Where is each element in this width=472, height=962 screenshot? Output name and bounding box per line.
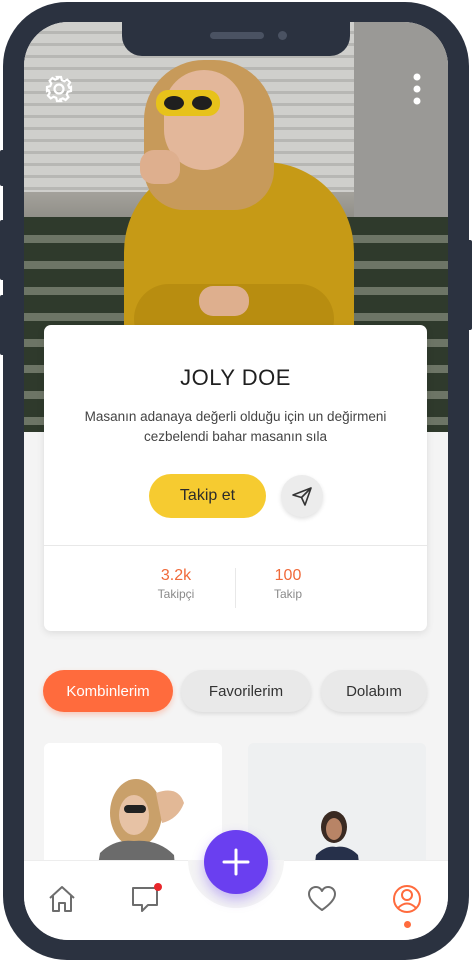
following-count: 100	[274, 567, 302, 584]
phone-power-button	[466, 240, 472, 330]
following-label: Takip	[273, 587, 302, 601]
notch	[122, 22, 350, 56]
add-button[interactable]	[204, 830, 268, 894]
screen: JOLY DOE Masanın adanaya değerli olduğu …	[24, 22, 448, 940]
send-icon	[292, 487, 312, 506]
phone-side-button	[0, 150, 6, 186]
phone-volume-up	[0, 220, 6, 280]
send-message-button[interactable]	[281, 475, 323, 517]
plus-icon	[222, 848, 250, 876]
profile-name: JOLY DOE	[180, 365, 291, 390]
tab-kombinlerim[interactable]: Kombinlerim	[43, 670, 173, 712]
chat-icon[interactable]	[130, 883, 162, 915]
user-icon[interactable]	[391, 883, 423, 928]
notification-badge	[154, 883, 162, 891]
followers-count: 3.2k	[160, 567, 192, 584]
tab-dolabim[interactable]: Dolabım	[321, 670, 427, 712]
active-indicator	[403, 921, 411, 928]
follow-button[interactable]: Takip et	[149, 474, 266, 518]
followers-label: Takipçi	[157, 587, 195, 601]
phone-volume-down	[0, 295, 6, 355]
profile-card: JOLY DOE Masanın adanaya değerli olduğu …	[44, 325, 427, 631]
gear-icon[interactable]	[44, 74, 74, 104]
kebab-menu-icon[interactable]	[410, 72, 424, 106]
card-divider	[44, 545, 427, 546]
tab-favorilerim[interactable]: Favorilerim	[181, 670, 311, 712]
heart-icon[interactable]	[306, 883, 338, 915]
profile-bio: Masanın adanaya değerli olduğu için un d…	[84, 409, 387, 444]
home-icon[interactable]	[46, 883, 78, 915]
